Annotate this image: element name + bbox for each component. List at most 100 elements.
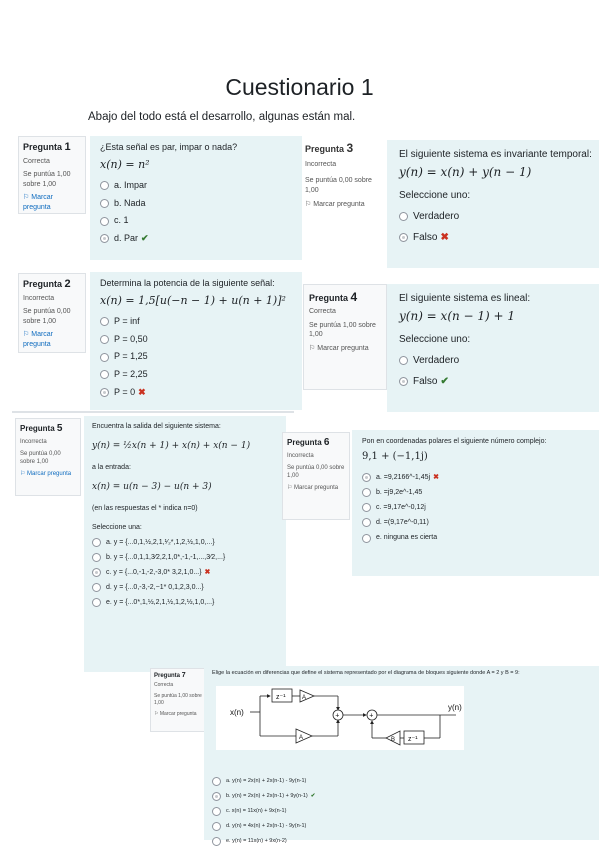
answer-option[interactable]: P = 1,25 bbox=[100, 351, 292, 363]
question-state: Incorrecta bbox=[287, 452, 314, 459]
question-state: Incorrecta bbox=[23, 294, 55, 302]
question-number-3: Pregunta 3 bbox=[305, 141, 354, 155]
flag-question-link[interactable]: ⚐ Marcar pregunta bbox=[23, 193, 81, 212]
question-grade: Se puntúa 0,00 sobre 1,00 bbox=[287, 464, 345, 479]
question-state: Correcta bbox=[309, 308, 336, 316]
flag-question-link[interactable]: ⚐ Marcar pregunta bbox=[309, 344, 381, 353]
question-formula: y(n) = x(n − 1) + 1 bbox=[399, 309, 516, 323]
radio-button[interactable] bbox=[212, 837, 221, 847]
answer-option[interactable]: Verdadero bbox=[399, 210, 599, 223]
answer-option[interactable]: a. y = {...0,1,½,2,1,¹⁄₂*,1,2,½,1,0,...} bbox=[92, 537, 278, 547]
question-text-4: El siguiente sistema es lineal: y(n) = x… bbox=[387, 284, 599, 412]
question-info-5: Pregunta 5 Incorrecta Se puntúa 0,00 sob… bbox=[15, 418, 81, 496]
question-state: Incorrecta bbox=[20, 438, 47, 445]
answer-option[interactable]: a. y(n) = 2x(n) + 2x(n-1) - 9y(n-1) bbox=[212, 777, 594, 787]
answer-option[interactable]: P = inf bbox=[100, 316, 292, 328]
radio-button[interactable] bbox=[100, 181, 109, 191]
radio-button[interactable] bbox=[92, 598, 101, 608]
radio-button[interactable] bbox=[399, 376, 408, 386]
answer-option[interactable]: c. =9,17e^-0,12j bbox=[362, 503, 592, 513]
radio-button[interactable] bbox=[362, 473, 371, 483]
radio-button[interactable] bbox=[399, 211, 408, 221]
answer-label: P = 1,25 bbox=[114, 351, 148, 362]
radio-button[interactable] bbox=[362, 488, 371, 498]
answer-option[interactable]: c. 1 bbox=[100, 215, 292, 227]
question-state: Incorrecta bbox=[305, 161, 337, 169]
question-info-2: Pregunta 2 Incorrecta Se puntúa 0,00 sob… bbox=[18, 273, 86, 353]
flag-question-link[interactable]: ⚐ Marcar pregunta bbox=[305, 200, 373, 210]
answer-option[interactable]: d. =(9,17e^-0,11) bbox=[362, 518, 592, 528]
answer-option[interactable]: P = 0,50 bbox=[100, 334, 292, 346]
answer-label: e. y = {...0*,1,½,2,1,½,1,2,½,1,0,...} bbox=[106, 599, 215, 607]
answer-option[interactable]: Falso ✔ bbox=[399, 375, 599, 388]
answer-option[interactable]: d. Par ✔ bbox=[100, 233, 292, 245]
answer-option[interactable]: d. y(n) = 4x(n) + 2x(n-1) - 9y(n-1) bbox=[212, 822, 594, 832]
select-one-label: Seleccione uno: bbox=[399, 333, 471, 345]
answer-option[interactable]: b. Nada bbox=[100, 198, 292, 210]
flag-question-link[interactable]: ⚐ Marcar pregunta bbox=[154, 711, 202, 718]
answer-option[interactable]: c. x(n) = 11x(n) + 9x(n-1) bbox=[212, 807, 594, 817]
question-prompt: El siguiente sistema es lineal: bbox=[399, 293, 531, 304]
answer-option[interactable]: a. =9,2166^-1,45j ✖ bbox=[362, 473, 592, 483]
radio-button[interactable] bbox=[92, 567, 101, 577]
answer-option[interactable]: d. y = {...0,-3,-2,−1* 0,1,2,3,0...} bbox=[92, 583, 278, 593]
radio-button[interactable] bbox=[100, 335, 109, 345]
answer-option[interactable]: b. y = {...0,1,1,3⁄2,2,1,0*,-1,-1,...,3⁄… bbox=[92, 552, 278, 562]
answer-list: Verdadero Falso ✖ bbox=[399, 210, 599, 244]
answer-label: Falso bbox=[413, 231, 438, 243]
answer-option[interactable]: e. ninguna es cierta bbox=[362, 533, 592, 543]
question-grade: Se puntúa 0,00 sobre 1,00 bbox=[20, 450, 61, 465]
answer-option[interactable]: P = 0 ✖ bbox=[100, 387, 292, 399]
radio-button[interactable] bbox=[100, 352, 109, 362]
radio-button[interactable] bbox=[212, 777, 221, 787]
adder-2-sign: + bbox=[369, 713, 373, 720]
answer-label: b. y = {...0,1,1,3⁄2,2,1,0*,-1,-1,...,3⁄… bbox=[106, 553, 226, 561]
radio-button[interactable] bbox=[100, 317, 109, 327]
radio-button[interactable] bbox=[92, 537, 101, 547]
radio-button[interactable] bbox=[100, 370, 109, 380]
answer-option[interactable]: Verdadero bbox=[399, 354, 599, 367]
question-text-5: Encuentra la salida del siguiente sistem… bbox=[84, 416, 286, 672]
answer-option[interactable]: e. y(n) = 11x(n) + 9x(n-2) bbox=[212, 837, 594, 847]
question-number-6: Pregunta 6 bbox=[287, 437, 330, 448]
answer-list: a. y(n) = 2x(n) + 2x(n-1) - 9y(n-1) b. y(… bbox=[212, 777, 594, 847]
radio-button[interactable] bbox=[100, 199, 109, 209]
radio-button[interactable] bbox=[399, 232, 408, 242]
radio-button[interactable] bbox=[212, 792, 221, 802]
answer-label: c. y = {...0,-1,-2,-3,0* 3,2,1,0...} bbox=[106, 568, 202, 576]
radio-button[interactable] bbox=[212, 807, 221, 817]
radio-button[interactable] bbox=[100, 216, 109, 226]
radio-button[interactable] bbox=[92, 552, 101, 562]
flag-question-link[interactable]: ⚐ Marcar pregunta bbox=[20, 470, 76, 478]
flag-question-link[interactable]: ⚐ Marcar pregunta bbox=[287, 484, 345, 492]
question-state: Correcta bbox=[154, 682, 174, 689]
select-one-label: Seleccione una: bbox=[92, 523, 142, 531]
question-grade: Se puntúa 1,00 sobre 1,00 bbox=[154, 693, 202, 706]
answer-option[interactable]: a. Impar bbox=[100, 180, 292, 192]
page-title: Cuestionario 1 bbox=[225, 74, 374, 100]
answer-option[interactable]: Falso ✖ bbox=[399, 231, 599, 244]
question-prompt: El siguiente sistema es invariante tempo… bbox=[399, 149, 592, 160]
answer-option[interactable]: b. =j9,2e^-1,45 bbox=[362, 488, 592, 498]
answer-option[interactable]: b. y(n) = 2x(n) + 2x(n-1) + 9y(n-1) ✔ bbox=[212, 792, 594, 802]
answer-option[interactable]: P = 2,25 bbox=[100, 369, 292, 381]
radio-button[interactable] bbox=[399, 355, 408, 365]
flag-question-link[interactable]: ⚐ Marcar pregunta bbox=[23, 330, 81, 349]
answer-label: b. =j9,2e^-1,45 bbox=[376, 489, 423, 497]
correct-icon: ✔ bbox=[440, 375, 449, 387]
radio-button[interactable] bbox=[212, 822, 221, 832]
radio-button[interactable] bbox=[92, 583, 101, 593]
radio-button[interactable] bbox=[100, 234, 109, 244]
question-text-1: ¿Esta señal es par, impar o nada? x(n) =… bbox=[90, 136, 302, 260]
radio-button[interactable] bbox=[362, 518, 371, 528]
radio-button[interactable] bbox=[362, 503, 371, 513]
question-formula: y(n) = x(n) + y(n − 1) bbox=[399, 165, 532, 179]
question-formula: x(n) = n² bbox=[100, 157, 150, 171]
answer-option[interactable]: c. y = {...0,-1,-2,-3,0* 3,2,1,0...} ✖ bbox=[92, 567, 278, 577]
answer-list: a. y = {...0,1,½,2,1,¹⁄₂*,1,2,½,1,0,...}… bbox=[92, 537, 278, 608]
question-grade: Se puntúa 1,00 sobre 1,00 bbox=[23, 171, 71, 188]
answer-list: Verdadero Falso ✔ bbox=[399, 354, 599, 388]
radio-button[interactable] bbox=[362, 533, 371, 543]
radio-button[interactable] bbox=[100, 388, 109, 398]
answer-option[interactable]: e. y = {...0*,1,½,2,1,½,1,2,½,1,0,...} bbox=[92, 598, 278, 608]
